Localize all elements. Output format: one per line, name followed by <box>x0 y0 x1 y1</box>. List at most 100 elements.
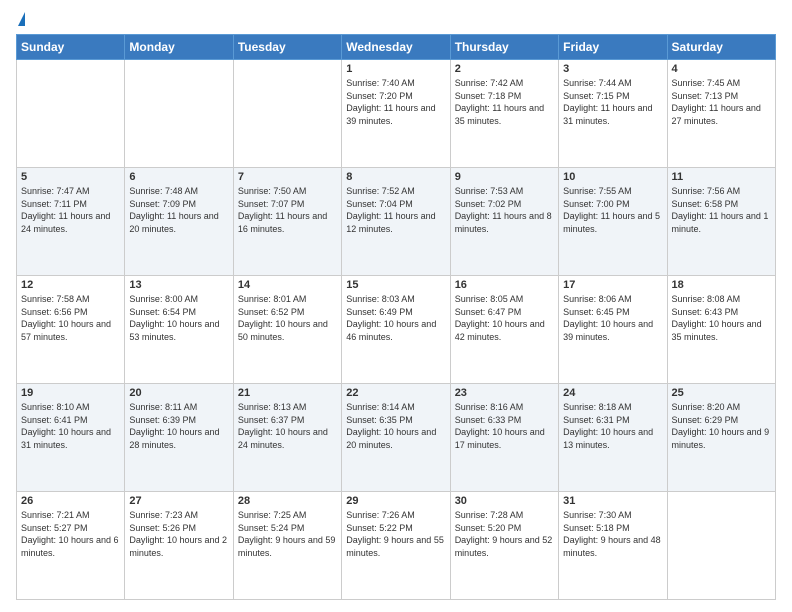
calendar-cell: 24 Sunrise: 8:18 AM Sunset: 6:31 PM Dayli… <box>559 384 667 492</box>
cell-daylight-info: Sunrise: 7:48 AM Sunset: 7:09 PM Dayligh… <box>129 185 228 235</box>
calendar-cell: 5 Sunrise: 7:47 AM Sunset: 7:11 PM Daylig… <box>17 168 125 276</box>
day-header-saturday: Saturday <box>667 35 775 60</box>
day-number: 17 <box>563 279 662 291</box>
calendar-cell: 27 Sunrise: 7:23 AM Sunset: 5:26 PM Dayli… <box>125 492 233 600</box>
cell-daylight-info: Sunrise: 7:21 AM Sunset: 5:27 PM Dayligh… <box>21 509 120 559</box>
calendar-week-1: 1 Sunrise: 7:40 AM Sunset: 7:20 PM Daylig… <box>17 60 776 168</box>
cell-daylight-info: Sunrise: 8:05 AM Sunset: 6:47 PM Dayligh… <box>455 293 554 343</box>
cell-daylight-info: Sunrise: 7:44 AM Sunset: 7:15 PM Dayligh… <box>563 77 662 127</box>
day-number: 2 <box>455 63 554 75</box>
day-header-monday: Monday <box>125 35 233 60</box>
day-number: 13 <box>129 279 228 291</box>
day-number: 5 <box>21 171 120 183</box>
logo <box>16 12 25 26</box>
cell-daylight-info: Sunrise: 7:28 AM Sunset: 5:20 PM Dayligh… <box>455 509 554 559</box>
day-number: 27 <box>129 495 228 507</box>
calendar-cell <box>17 60 125 168</box>
cell-daylight-info: Sunrise: 7:40 AM Sunset: 7:20 PM Dayligh… <box>346 77 445 127</box>
calendar-cell: 11Sunrise: 7:56 AM Sunset: 6:58 PM Dayli… <box>667 168 775 276</box>
calendar-cell: 12Sunrise: 7:58 AM Sunset: 6:56 PM Dayli… <box>17 276 125 384</box>
cell-daylight-info: Sunrise: 7:47 AM Sunset: 7:11 PM Dayligh… <box>21 185 120 235</box>
day-number: 23 <box>455 387 554 399</box>
day-number: 14 <box>238 279 337 291</box>
cell-daylight-info: Sunrise: 7:42 AM Sunset: 7:18 PM Dayligh… <box>455 77 554 127</box>
cell-daylight-info: Sunrise: 7:52 AM Sunset: 7:04 PM Dayligh… <box>346 185 445 235</box>
day-header-tuesday: Tuesday <box>233 35 341 60</box>
day-number: 6 <box>129 171 228 183</box>
calendar-week-4: 19 Sunrise: 8:10 AM Sunset: 6:41 PM Dayli… <box>17 384 776 492</box>
calendar-cell: 17 Sunrise: 8:06 AM Sunset: 6:45 PM Dayli… <box>559 276 667 384</box>
day-number: 1 <box>346 63 445 75</box>
day-number: 22 <box>346 387 445 399</box>
day-number: 31 <box>563 495 662 507</box>
cell-daylight-info: Sunrise: 8:14 AM Sunset: 6:35 PM Dayligh… <box>346 401 445 451</box>
day-header-wednesday: Wednesday <box>342 35 450 60</box>
day-number: 8 <box>346 171 445 183</box>
calendar-cell: 8 Sunrise: 7:52 AM Sunset: 7:04 PM Daylig… <box>342 168 450 276</box>
cell-daylight-info: Sunrise: 7:50 AM Sunset: 7:07 PM Dayligh… <box>238 185 337 235</box>
calendar-cell: 28Sunrise: 7:25 AM Sunset: 5:24 PM Dayli… <box>233 492 341 600</box>
calendar-cell: 3Sunrise: 7:44 AM Sunset: 7:15 PM Daylig… <box>559 60 667 168</box>
day-number: 25 <box>672 387 771 399</box>
cell-daylight-info: Sunrise: 7:45 AM Sunset: 7:13 PM Dayligh… <box>672 77 771 127</box>
logo-blue <box>16 12 25 26</box>
calendar-cell: 30Sunrise: 7:28 AM Sunset: 5:20 PM Dayli… <box>450 492 558 600</box>
calendar-cell: 1 Sunrise: 7:40 AM Sunset: 7:20 PM Daylig… <box>342 60 450 168</box>
cell-daylight-info: Sunrise: 7:26 AM Sunset: 5:22 PM Dayligh… <box>346 509 445 559</box>
cell-daylight-info: Sunrise: 7:30 AM Sunset: 5:18 PM Dayligh… <box>563 509 662 559</box>
day-number: 15 <box>346 279 445 291</box>
cell-daylight-info: Sunrise: 7:58 AM Sunset: 6:56 PM Dayligh… <box>21 293 120 343</box>
calendar-cell: 7 Sunrise: 7:50 AM Sunset: 7:07 PM Daylig… <box>233 168 341 276</box>
header <box>16 12 776 26</box>
day-number: 24 <box>563 387 662 399</box>
calendar-cell: 9Sunrise: 7:53 AM Sunset: 7:02 PM Daylig… <box>450 168 558 276</box>
cell-daylight-info: Sunrise: 8:18 AM Sunset: 6:31 PM Dayligh… <box>563 401 662 451</box>
cell-daylight-info: Sunrise: 7:53 AM Sunset: 7:02 PM Dayligh… <box>455 185 554 235</box>
cell-daylight-info: Sunrise: 8:16 AM Sunset: 6:33 PM Dayligh… <box>455 401 554 451</box>
day-number: 4 <box>672 63 771 75</box>
calendar-header-row: SundayMondayTuesdayWednesdayThursdayFrid… <box>17 35 776 60</box>
cell-daylight-info: Sunrise: 8:13 AM Sunset: 6:37 PM Dayligh… <box>238 401 337 451</box>
calendar-cell: 10Sunrise: 7:55 AM Sunset: 7:00 PM Dayli… <box>559 168 667 276</box>
calendar-cell <box>667 492 775 600</box>
cell-daylight-info: Sunrise: 8:10 AM Sunset: 6:41 PM Dayligh… <box>21 401 120 451</box>
day-number: 20 <box>129 387 228 399</box>
cell-daylight-info: Sunrise: 7:25 AM Sunset: 5:24 PM Dayligh… <box>238 509 337 559</box>
cell-daylight-info: Sunrise: 8:03 AM Sunset: 6:49 PM Dayligh… <box>346 293 445 343</box>
day-number: 7 <box>238 171 337 183</box>
calendar-cell: 31 Sunrise: 7:30 AM Sunset: 5:18 PM Dayli… <box>559 492 667 600</box>
calendar-cell: 6 Sunrise: 7:48 AM Sunset: 7:09 PM Daylig… <box>125 168 233 276</box>
calendar-cell: 2 Sunrise: 7:42 AM Sunset: 7:18 PM Daylig… <box>450 60 558 168</box>
day-header-thursday: Thursday <box>450 35 558 60</box>
cell-daylight-info: Sunrise: 8:08 AM Sunset: 6:43 PM Dayligh… <box>672 293 771 343</box>
day-number: 21 <box>238 387 337 399</box>
page: SundayMondayTuesdayWednesdayThursdayFrid… <box>0 0 792 612</box>
cell-daylight-info: Sunrise: 8:00 AM Sunset: 6:54 PM Dayligh… <box>129 293 228 343</box>
cell-daylight-info: Sunrise: 8:11 AM Sunset: 6:39 PM Dayligh… <box>129 401 228 451</box>
calendar-cell: 22 Sunrise: 8:14 AM Sunset: 6:35 PM Dayli… <box>342 384 450 492</box>
day-number: 26 <box>21 495 120 507</box>
calendar-cell: 15 Sunrise: 8:03 AM Sunset: 6:49 PM Dayli… <box>342 276 450 384</box>
calendar-cell: 26 Sunrise: 7:21 AM Sunset: 5:27 PM Dayli… <box>17 492 125 600</box>
day-number: 11 <box>672 171 771 183</box>
cell-daylight-info: Sunrise: 7:23 AM Sunset: 5:26 PM Dayligh… <box>129 509 228 559</box>
day-number: 16 <box>455 279 554 291</box>
calendar-week-3: 12Sunrise: 7:58 AM Sunset: 6:56 PM Dayli… <box>17 276 776 384</box>
calendar-cell: 20 Sunrise: 8:11 AM Sunset: 6:39 PM Dayli… <box>125 384 233 492</box>
calendar-cell: 21 Sunrise: 8:13 AM Sunset: 6:37 PM Dayli… <box>233 384 341 492</box>
cell-daylight-info: Sunrise: 8:01 AM Sunset: 6:52 PM Dayligh… <box>238 293 337 343</box>
calendar-cell: 13 Sunrise: 8:00 AM Sunset: 6:54 PM Dayli… <box>125 276 233 384</box>
calendar-table: SundayMondayTuesdayWednesdayThursdayFrid… <box>16 34 776 600</box>
day-number: 18 <box>672 279 771 291</box>
calendar-cell: 14 Sunrise: 8:01 AM Sunset: 6:52 PM Dayli… <box>233 276 341 384</box>
calendar-cell: 29Sunrise: 7:26 AM Sunset: 5:22 PM Dayli… <box>342 492 450 600</box>
calendar-week-5: 26 Sunrise: 7:21 AM Sunset: 5:27 PM Dayli… <box>17 492 776 600</box>
day-header-sunday: Sunday <box>17 35 125 60</box>
cell-daylight-info: Sunrise: 8:06 AM Sunset: 6:45 PM Dayligh… <box>563 293 662 343</box>
calendar-cell: 19 Sunrise: 8:10 AM Sunset: 6:41 PM Dayli… <box>17 384 125 492</box>
day-number: 19 <box>21 387 120 399</box>
calendar-cell: 18 Sunrise: 8:08 AM Sunset: 6:43 PM Dayli… <box>667 276 775 384</box>
cell-daylight-info: Sunrise: 8:20 AM Sunset: 6:29 PM Dayligh… <box>672 401 771 451</box>
calendar-cell: 25 Sunrise: 8:20 AM Sunset: 6:29 PM Dayli… <box>667 384 775 492</box>
cell-daylight-info: Sunrise: 7:55 AM Sunset: 7:00 PM Dayligh… <box>563 185 662 235</box>
